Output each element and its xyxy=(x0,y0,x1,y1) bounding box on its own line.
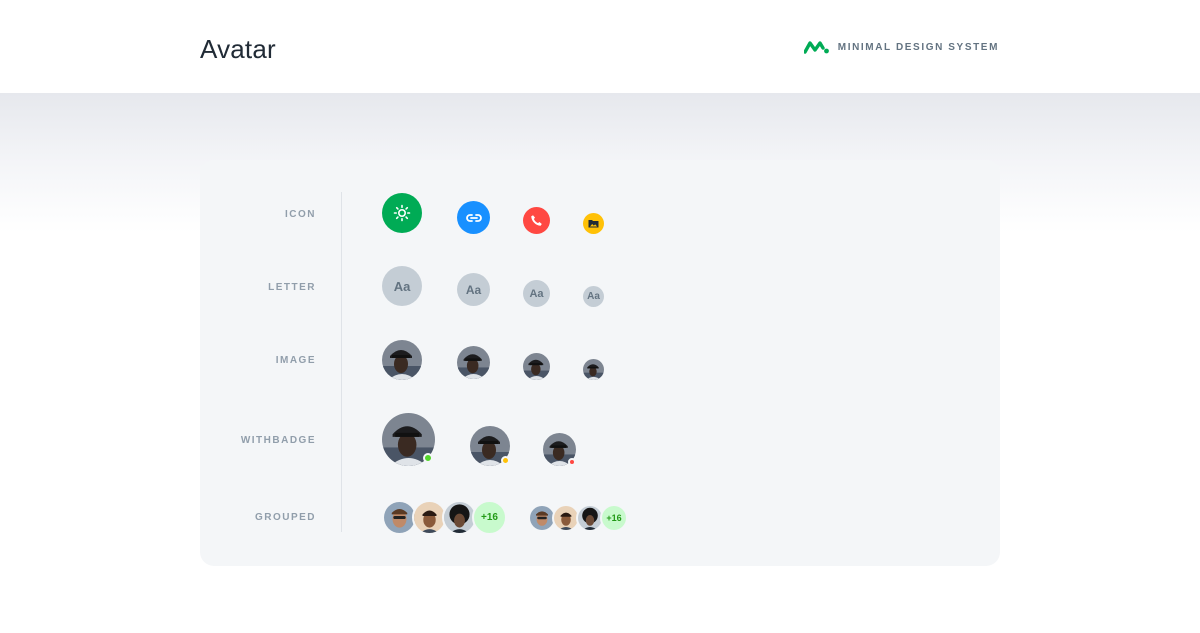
page-header: Avatar MINIMAL DESIGN SYSTEM xyxy=(0,0,1200,93)
busy-badge xyxy=(568,458,576,466)
person-photo xyxy=(554,506,578,530)
phone-icon xyxy=(531,215,542,226)
online-badge xyxy=(423,453,433,463)
person-photo xyxy=(414,502,445,533)
group-more-count[interactable]: +16 xyxy=(472,500,507,535)
icon-avatar-large[interactable] xyxy=(382,193,422,233)
person-photo xyxy=(530,506,554,530)
row-label-icon: ICON xyxy=(285,209,316,220)
letter-avatar-tiny[interactable]: Aa xyxy=(583,286,604,307)
badge-avatar-medium[interactable] xyxy=(470,426,510,466)
person-photo xyxy=(444,502,475,533)
folder-image-icon xyxy=(588,220,599,228)
person-photo xyxy=(583,359,604,380)
badge-avatar-small[interactable] xyxy=(543,433,576,466)
label-divider xyxy=(341,192,342,532)
person-photo xyxy=(457,346,490,379)
person-photo xyxy=(384,502,415,533)
image-avatar-tiny[interactable] xyxy=(583,359,604,380)
link-icon xyxy=(465,213,482,222)
sun-icon xyxy=(393,204,411,222)
person-photo xyxy=(382,340,422,380)
group-more-count[interactable]: +16 xyxy=(600,504,628,532)
icon-avatar-medium[interactable] xyxy=(457,201,490,234)
away-badge xyxy=(501,456,510,465)
minimal-logo-icon xyxy=(803,41,829,54)
letter-avatar-medium[interactable]: Aa xyxy=(457,273,490,306)
brand-name: MINIMAL DESIGN SYSTEM xyxy=(837,41,999,53)
person-photo xyxy=(523,353,550,380)
icon-avatar-small[interactable] xyxy=(523,207,550,234)
avatar-showcase-card: ICON LETTER IMAGE WITHBADGE GROUPED Aa A… xyxy=(200,160,1000,566)
row-label-withbadge: WITHBADGE xyxy=(240,435,316,446)
person-photo xyxy=(578,506,602,530)
row-label-image: IMAGE xyxy=(275,355,316,366)
badge-avatar-large[interactable] xyxy=(382,413,435,466)
brand[interactable]: MINIMAL DESIGN SYSTEM xyxy=(803,40,999,54)
letter-avatar-large[interactable]: Aa xyxy=(382,266,422,306)
letter-avatar-small[interactable]: Aa xyxy=(523,280,550,307)
image-avatar-large[interactable] xyxy=(382,340,422,380)
row-label-letter: LETTER xyxy=(268,282,316,293)
image-avatar-medium[interactable] xyxy=(457,346,490,379)
icon-avatar-tiny[interactable] xyxy=(583,213,604,234)
page-title: Avatar xyxy=(200,34,276,64)
image-avatar-small[interactable] xyxy=(523,353,550,380)
row-label-grouped: GROUPED xyxy=(254,512,316,523)
